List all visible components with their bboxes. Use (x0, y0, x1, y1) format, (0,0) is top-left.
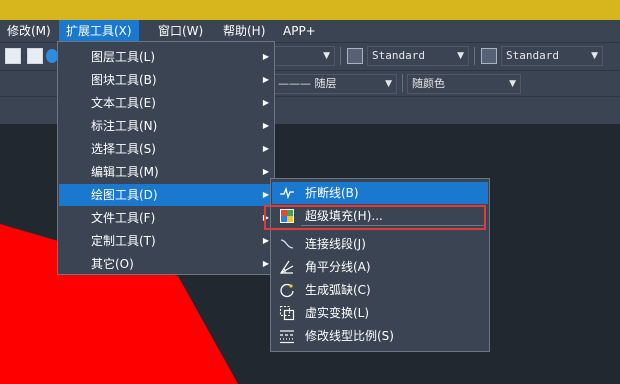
linetype-value: ——— 随层 (278, 77, 337, 90)
submenu-arrow-icon: ▶ (262, 98, 269, 107)
submenu-item-label: 虚实变换(L) (305, 306, 370, 320)
arc-gap-icon (280, 283, 294, 298)
menu-item-label: 图层工具(L) (91, 50, 156, 64)
text-style-icon[interactable] (347, 48, 363, 64)
menu-item-file-tools[interactable]: 文件工具(F) ▶ (59, 207, 273, 229)
menu-item-layer-tools[interactable]: 图层工具(L) ▶ (59, 46, 273, 68)
linetype-scale-icon (280, 330, 294, 344)
submenu-arrow-icon: ▶ (262, 75, 269, 84)
menu-app-plus[interactable]: APP+ (276, 20, 323, 42)
text-style-value: Standard (372, 49, 425, 62)
layer-combo[interactable]: ▼ (273, 46, 335, 66)
properties-icon[interactable] (27, 48, 43, 64)
submenu-arrow-icon: ▶ (262, 236, 269, 245)
menu-item-label: 标注工具(N) (91, 119, 158, 133)
submenu-item-label: 生成弧缺(C) (305, 283, 371, 297)
menu-item-text-tools[interactable]: 文本工具(E) ▶ (59, 92, 273, 114)
menu-bar: 修改(M) 扩展工具(X) 窗口(W) 帮助(H) APP+ (0, 20, 620, 42)
submenu-arrow-icon: ▶ (262, 167, 269, 176)
menu-item-label: 其它(O) (91, 257, 134, 271)
menu-item-selection-tools[interactable]: 选择工具(S) ▶ (59, 138, 273, 160)
menu-window[interactable]: 窗口(W) (151, 20, 210, 42)
window-top-strip (0, 0, 620, 20)
menu-item-label: 文本工具(E) (91, 96, 156, 110)
toolbar-separator (474, 47, 475, 65)
text-style-combo[interactable]: Standard ▼ (367, 46, 469, 66)
chevron-down-icon: ▼ (591, 51, 598, 61)
chevron-down-icon: ▼ (323, 51, 330, 61)
submenu-item-angle-bisector[interactable]: 角平分线(A) (272, 256, 488, 278)
submenu-item-label: 修改线型比例(S) (305, 329, 394, 343)
menu-item-label: 编辑工具(M) (91, 165, 159, 179)
toolbar-separator (402, 74, 403, 92)
menu-item-custom-tools[interactable]: 定制工具(T) ▶ (59, 230, 273, 252)
menu-item-label: 选择工具(S) (91, 142, 156, 156)
dim-style-combo[interactable]: Standard ▼ (501, 46, 603, 66)
submenu-arrow-icon: ▶ (262, 144, 269, 153)
chevron-down-icon: ▼ (385, 79, 392, 89)
toolbar-separator (340, 47, 341, 65)
submenu-arrow-icon: ▶ (262, 259, 269, 268)
color-value: 随颜色 (412, 77, 445, 90)
menu-item-label: 绘图工具(D) (91, 188, 158, 202)
menu-item-label: 图块工具(B) (91, 73, 157, 87)
angle-bisector-icon (279, 260, 294, 274)
menu-item-drawing-tools[interactable]: 绘图工具(D) ▶ (59, 184, 273, 206)
menu-item-other[interactable]: 其它(O) ▶ (59, 253, 273, 275)
submenu-item-dash-solid-toggle[interactable]: 虚实变换(L) (272, 302, 488, 324)
menu-item-label: 文件工具(F) (91, 211, 156, 225)
menu-item-edit-tools[interactable]: 编辑工具(M) ▶ (59, 161, 273, 183)
color-combo[interactable]: 随颜色 ▼ (407, 74, 521, 94)
chevron-down-icon: ▼ (509, 79, 516, 89)
break-line-icon (280, 186, 294, 200)
highlight-annotation-box (264, 205, 486, 230)
dim-style-value: Standard (506, 49, 559, 62)
dimension-style-icon[interactable] (481, 48, 497, 64)
layer-icon[interactable] (5, 48, 21, 64)
submenu-item-join-segments[interactable]: 连接线段(J) (272, 233, 488, 255)
submenu-item-label: 连接线段(J) (305, 237, 366, 251)
menu-item-label: 定制工具(T) (91, 234, 156, 248)
extension-tools-menu: 图层工具(L) ▶ 图块工具(B) ▶ 文本工具(E) ▶ 标注工具(N) ▶ … (57, 41, 275, 275)
chevron-down-icon: ▼ (457, 51, 464, 61)
submenu-item-arc-gap[interactable]: 生成弧缺(C) (272, 279, 488, 301)
submenu-item-break-line[interactable]: 折断线(B) (272, 182, 488, 204)
submenu-arrow-icon: ▶ (262, 52, 269, 61)
submenu-item-label: 角平分线(A) (305, 260, 371, 274)
menu-item-dimension-tools[interactable]: 标注工具(N) ▶ (59, 115, 273, 137)
join-segments-icon (280, 239, 294, 249)
submenu-item-label: 折断线(B) (305, 186, 359, 200)
menu-help[interactable]: 帮助(H) (216, 20, 272, 42)
submenu-item-linetype-scale[interactable]: 修改线型比例(S) (272, 325, 488, 347)
menu-item-block-tools[interactable]: 图块工具(B) ▶ (59, 69, 273, 91)
linetype-combo[interactable]: ——— 随层 ▼ (273, 74, 397, 94)
menu-modify[interactable]: 修改(M) (0, 20, 58, 42)
dash-solid-icon (279, 305, 295, 321)
submenu-arrow-icon: ▶ (262, 121, 269, 130)
submenu-arrow-icon: ▶ (262, 190, 269, 199)
menu-extension-tools[interactable]: 扩展工具(X) (59, 20, 139, 42)
